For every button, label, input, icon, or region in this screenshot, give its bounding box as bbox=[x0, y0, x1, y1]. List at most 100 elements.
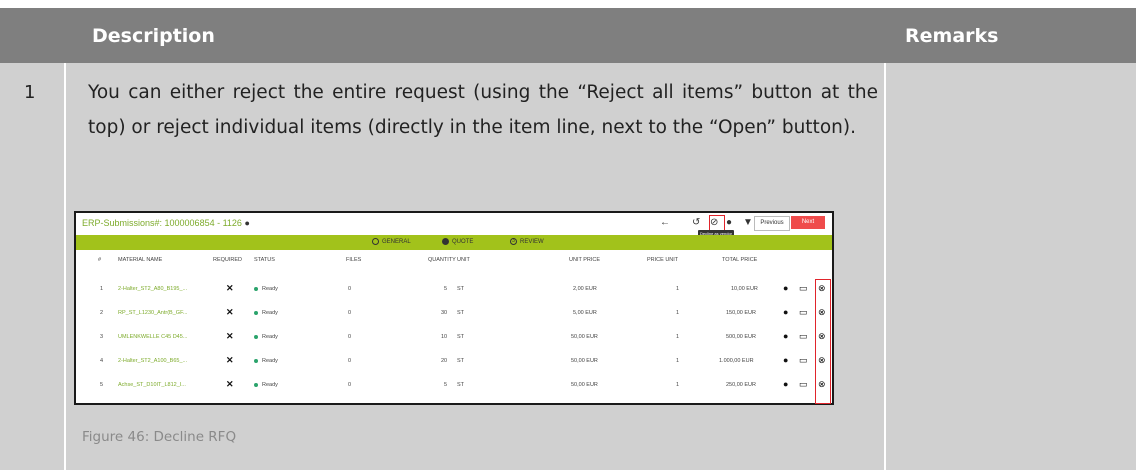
user-icon[interactable]: ● bbox=[726, 217, 732, 228]
step-review[interactable]: 3 REVIEW bbox=[510, 238, 544, 245]
quantity-value: 20 bbox=[441, 358, 448, 364]
undo-icon[interactable]: ↺ bbox=[692, 217, 700, 228]
col-header-total-price: TOTAL PRICE bbox=[722, 257, 758, 263]
unit-price-value: 50,00 EUR bbox=[571, 358, 598, 364]
description-text: You can either reject the entire request… bbox=[88, 82, 878, 138]
header-remarks: Remarks bbox=[905, 25, 999, 47]
col-header-required: REQUIRED bbox=[213, 257, 243, 263]
required-x-icon: ✕ bbox=[226, 379, 234, 389]
table-row[interactable]: 2 RP_ST_L1230_Antr(B_GF... ✕ Ready 0 30 … bbox=[76, 301, 832, 325]
col-header-quantity: QUANTITY bbox=[428, 257, 456, 263]
back-arrow-icon[interactable]: ← bbox=[660, 217, 670, 228]
files-count: 0 bbox=[348, 382, 352, 388]
step-general[interactable]: GENERAL bbox=[372, 238, 411, 245]
row-num: 3 bbox=[100, 334, 104, 340]
material-name-link[interactable]: RP_ST_L1230_Antr(B_GF... bbox=[118, 310, 187, 316]
step-quote[interactable]: QUOTE bbox=[442, 238, 473, 245]
unit-price-value: 2,00 EUR bbox=[573, 286, 597, 292]
previous-button[interactable]: Previous bbox=[754, 216, 790, 231]
unit-price-value: 5,00 EUR bbox=[573, 310, 597, 316]
required-x-icon: ✕ bbox=[226, 355, 234, 365]
table-row[interactable]: 4 2-Halter_ST2_A100_B65_... ✕ Ready 0 20… bbox=[76, 349, 832, 373]
price-unit-value: 1 bbox=[676, 334, 680, 340]
open-folder-icon[interactable]: ▭ bbox=[799, 331, 808, 342]
unit-value: ST bbox=[457, 358, 465, 364]
price-unit-value: 1 bbox=[676, 310, 680, 316]
info-icon[interactable]: ● bbox=[783, 283, 788, 293]
material-name-link[interactable]: UMLENKWELLE C45 D45... bbox=[118, 334, 187, 340]
highlight-decline-box bbox=[709, 215, 725, 231]
open-folder-icon[interactable]: ▭ bbox=[799, 379, 808, 390]
step-band: GENERAL QUOTE 3 REVIEW bbox=[76, 235, 832, 250]
price-unit-value: 1 bbox=[676, 286, 680, 292]
files-count: 0 bbox=[348, 310, 352, 316]
row-number: 1 bbox=[24, 82, 36, 103]
col-header-unit-price: UNIT PRICE bbox=[569, 257, 601, 263]
material-name-link[interactable]: 2-Halter_ST2_A80_B195_... bbox=[118, 286, 187, 292]
table-row[interactable]: 1 2-Halter_ST2_A80_B195_... ✕ Ready 0 5 … bbox=[76, 277, 832, 301]
step-number-icon: 3 bbox=[510, 238, 517, 245]
unit-value: ST bbox=[457, 310, 465, 316]
col-header-price-unit: PRICE UNIT bbox=[647, 257, 679, 263]
quantity-value: 30 bbox=[441, 310, 448, 316]
quantity-value: 10 bbox=[441, 334, 448, 340]
header-description: Description bbox=[92, 25, 215, 47]
open-folder-icon[interactable]: ▭ bbox=[799, 355, 808, 366]
col-header-num: # bbox=[98, 257, 102, 263]
instruction-table: Description Remarks 1 You can either rej… bbox=[0, 0, 1136, 470]
table-row[interactable]: 5 Achse_ST_D10IT_L812_I... ✕ Ready 0 5 S… bbox=[76, 373, 832, 397]
info-icon[interactable]: ● bbox=[783, 355, 788, 365]
required-x-icon: ✕ bbox=[226, 283, 234, 293]
table-header: Description Remarks bbox=[0, 8, 1136, 63]
unit-value: ST bbox=[457, 382, 465, 388]
unit-price-value: 50,00 EUR bbox=[571, 382, 598, 388]
status-ready: Ready bbox=[254, 382, 278, 388]
total-price-value: 1.000,00 EUR bbox=[719, 358, 754, 364]
column-divider bbox=[884, 63, 886, 470]
price-unit-value: 1 bbox=[676, 382, 680, 388]
material-name-link[interactable]: 2-Halter_ST2_A100_B65_... bbox=[118, 358, 187, 364]
column-divider bbox=[64, 63, 66, 470]
figure-caption: Figure 46: Decline RFQ bbox=[82, 429, 237, 445]
status-ready: Ready bbox=[254, 286, 278, 292]
info-icon[interactable]: ● bbox=[783, 307, 788, 317]
row-number-cell: 1 bbox=[0, 63, 64, 470]
next-button[interactable]: Next bbox=[791, 216, 825, 229]
required-x-icon: ✕ bbox=[226, 331, 234, 341]
open-folder-icon[interactable]: ▭ bbox=[799, 307, 808, 318]
col-header-unit: UNIT bbox=[457, 257, 470, 263]
info-icon[interactable]: ● bbox=[783, 379, 788, 389]
price-unit-value: 1 bbox=[676, 358, 680, 364]
unit-price-value: 50,00 EUR bbox=[571, 334, 598, 340]
active-step-icon bbox=[442, 238, 449, 245]
total-price-value: 10,00 EUR bbox=[731, 286, 758, 292]
open-folder-icon[interactable]: ▭ bbox=[799, 283, 808, 294]
check-circle-icon bbox=[372, 238, 379, 245]
filter-icon[interactable]: ▼ bbox=[743, 217, 753, 228]
total-price-value: 250,00 EUR bbox=[726, 382, 756, 388]
rfq-screenshot-figure: ERP-Submissions#: 1000006854 - 1126 ● ← … bbox=[74, 211, 834, 405]
status-ready: Ready bbox=[254, 358, 278, 364]
total-price-value: 500,00 EUR bbox=[726, 334, 756, 340]
status-ready: Ready bbox=[254, 334, 278, 340]
row-num: 5 bbox=[100, 382, 104, 388]
unit-value: ST bbox=[457, 334, 465, 340]
submission-title: ERP-Submissions#: 1000006854 - 1126 ● bbox=[82, 218, 250, 228]
quantity-value: 5 bbox=[444, 286, 448, 292]
total-price-value: 150,00 EUR bbox=[726, 310, 756, 316]
material-name-link[interactable]: Achse_ST_D10IT_L812_I... bbox=[118, 382, 186, 388]
screenshot-toolbar: ERP-Submissions#: 1000006854 - 1126 ● ← … bbox=[76, 213, 832, 238]
files-count: 0 bbox=[348, 334, 352, 340]
row-num: 1 bbox=[100, 286, 104, 292]
status-dot-icon: ● bbox=[244, 218, 250, 228]
files-count: 0 bbox=[348, 286, 352, 292]
row-num: 2 bbox=[100, 310, 104, 316]
remarks-cell bbox=[886, 63, 1136, 470]
submission-title-text: ERP-Submissions#: 1000006854 - 1126 bbox=[82, 218, 242, 228]
col-header-files: FILES bbox=[346, 257, 362, 263]
required-x-icon: ✕ bbox=[226, 307, 234, 317]
info-icon[interactable]: ● bbox=[783, 331, 788, 341]
highlight-decline-column bbox=[815, 279, 831, 404]
files-count: 0 bbox=[348, 358, 352, 364]
table-row[interactable]: 3 UMLENKWELLE C45 D45... ✕ Ready 0 10 ST… bbox=[76, 325, 832, 349]
